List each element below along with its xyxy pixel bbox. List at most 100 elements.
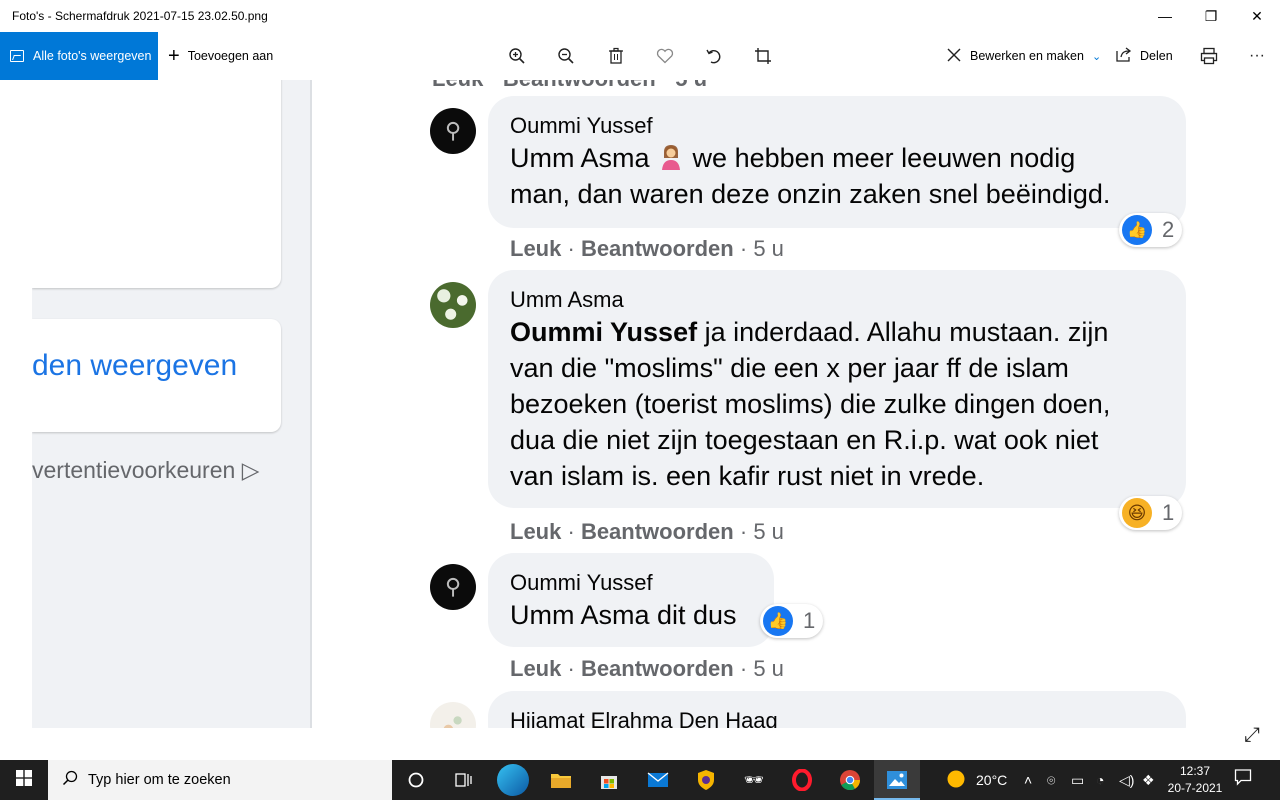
separator: · bbox=[739, 656, 748, 681]
store-icon[interactable] bbox=[593, 764, 625, 796]
dropbox-icon[interactable]: ❖ bbox=[1142, 760, 1155, 800]
taskbar: Typ hier om te zoeken 🕶 20°C ˄ ⌾ ▭ ◔ ◁) bbox=[0, 760, 1280, 800]
ad-preferences-link[interactable]: vertentievoorkeuren ▷ bbox=[32, 457, 259, 484]
comment-bubble: Hijamat Elrahma Den Haag bbox=[488, 691, 1186, 728]
restore-button[interactable]: ❐ bbox=[1188, 0, 1234, 32]
close-button[interactable]: ✕ bbox=[1234, 0, 1280, 32]
weather-widget[interactable]: 20°C bbox=[946, 760, 1007, 800]
sun-icon bbox=[946, 769, 966, 792]
view-more-link[interactable]: den weergeven bbox=[32, 349, 237, 383]
plus-icon: + bbox=[168, 44, 180, 67]
left-card bbox=[32, 80, 281, 288]
like-action[interactable]: Leuk bbox=[510, 656, 561, 681]
left-link-card: den weergeven bbox=[32, 319, 281, 432]
separator: · bbox=[567, 519, 575, 544]
reaction-count[interactable]: 😆 1 bbox=[1119, 496, 1183, 530]
reaction-number: 2 bbox=[1162, 217, 1175, 242]
opera-browser-icon[interactable] bbox=[786, 764, 818, 796]
photos-app-taskbar-button[interactable] bbox=[874, 760, 920, 800]
comment-bubble: Oummi Yussef Umm Asma dit dus bbox=[488, 553, 774, 647]
comment-author[interactable]: Oummi Yussef bbox=[510, 112, 1164, 140]
reply-action[interactable]: Beantwoorden bbox=[581, 236, 734, 261]
photos-icon bbox=[10, 50, 24, 62]
user-avatar-icon: ⚲ bbox=[444, 574, 462, 599]
reaction-count[interactable]: 👍 2 bbox=[1119, 213, 1183, 247]
spy-app-icon[interactable]: 🕶 bbox=[738, 764, 770, 796]
comment-time[interactable]: 5 u bbox=[753, 519, 784, 544]
trash-icon[interactable] bbox=[604, 44, 628, 68]
comment-actions: Leuk · Beantwoorden · 5 u bbox=[510, 236, 784, 262]
add-to-label: Toevoegen aan bbox=[187, 49, 274, 63]
window-title: Foto's - Schermafdruk 2021-07-15 23.02.5… bbox=[12, 9, 268, 23]
comment-line: dua die niet zijn toegestaan en R.i.p. w… bbox=[510, 425, 1099, 455]
chrome-browser-icon[interactable] bbox=[834, 764, 866, 796]
like-reaction-icon: 👍 bbox=[1122, 215, 1152, 245]
reaction-count[interactable]: 👍 1 bbox=[760, 604, 824, 638]
like-action[interactable]: Leuk bbox=[510, 519, 561, 544]
comment-author[interactable]: Oummi Yussef bbox=[510, 569, 752, 597]
reply-action[interactable]: Beantwoorden bbox=[581, 656, 734, 681]
share-button[interactable]: Delen bbox=[1116, 32, 1173, 80]
print-icon[interactable] bbox=[1197, 44, 1221, 68]
panel-divider bbox=[310, 80, 312, 728]
wifi-icon[interactable]: ◔ bbox=[1096, 760, 1104, 800]
rotate-icon[interactable] bbox=[702, 44, 726, 68]
comment-actions: Leuk · Beantwoorden · 5 u bbox=[510, 519, 784, 545]
system-clock[interactable]: 12:37 20-7-2021 bbox=[1166, 763, 1224, 797]
separator: · bbox=[567, 656, 575, 681]
crop-icon[interactable] bbox=[751, 44, 775, 68]
reply-action[interactable]: Beantwoorden bbox=[581, 519, 734, 544]
battery-icon[interactable]: ▭ bbox=[1071, 760, 1084, 800]
notification-center-icon[interactable] bbox=[1234, 768, 1252, 791]
comment-text: Oummi Yussef ja inderdaad. Allahu mustaa… bbox=[510, 314, 1164, 350]
edit-create-button[interactable]: Bewerken en maken ⌄ bbox=[946, 32, 1101, 80]
clock-date: 20-7-2021 bbox=[1167, 781, 1223, 795]
comment-line: van islam is. een kafir rust niet in vre… bbox=[510, 461, 985, 491]
zoom-out-icon[interactable] bbox=[554, 44, 578, 68]
photos-toolbar: Alle foto's weergeven + Toevoegen aan Be… bbox=[0, 32, 1280, 80]
cropped-actions-row: Leuk · Beantwoorden · 5 u bbox=[432, 80, 707, 92]
edge-browser-icon[interactable] bbox=[497, 764, 529, 796]
taskbar-search[interactable]: Typ hier om te zoeken bbox=[48, 760, 392, 800]
like-reaction-icon: 👍 bbox=[763, 606, 793, 636]
comment-actions: Leuk · Beantwoorden · 5 u bbox=[510, 656, 784, 682]
file-explorer-icon[interactable] bbox=[545, 764, 577, 796]
all-photos-button[interactable]: Alle foto's weergeven bbox=[0, 32, 158, 80]
edit-create-label: Bewerken en maken bbox=[970, 49, 1084, 63]
task-view-icon[interactable] bbox=[448, 764, 480, 796]
comment-author[interactable]: Hijamat Elrahma Den Haag bbox=[510, 707, 1164, 728]
chevron-up-icon[interactable]: ˄ bbox=[1024, 760, 1032, 800]
volume-icon[interactable]: ◁) bbox=[1119, 760, 1134, 800]
more-options-icon[interactable]: ··· bbox=[1245, 44, 1269, 68]
avatar: ⚲ bbox=[430, 564, 476, 610]
ad-choices-icon: ▷ bbox=[241, 457, 260, 483]
comment-time[interactable]: 5 u bbox=[753, 236, 784, 261]
fullscreen-icon[interactable]: ⤢ bbox=[1244, 724, 1260, 747]
photo-viewer: den weergeven vertentievoorkeuren ▷ Leuk… bbox=[32, 80, 1280, 728]
chevron-down-icon: ⌄ bbox=[1091, 50, 1102, 63]
zoom-in-icon[interactable] bbox=[505, 44, 529, 68]
comment-author[interactable]: Umm Asma bbox=[510, 286, 1164, 314]
minimize-button[interactable]: — bbox=[1142, 0, 1188, 32]
cortana-icon[interactable] bbox=[400, 764, 432, 796]
fb-left-panel: den weergeven vertentievoorkeuren ▷ bbox=[32, 80, 312, 728]
ad-preferences-label: vertentievoorkeuren bbox=[32, 457, 236, 483]
comment-line: ja inderdaad. Allahu mustaan. zijn bbox=[704, 317, 1109, 347]
webcam-icon[interactable]: ⌾ bbox=[1047, 760, 1055, 800]
reaction-number: 1 bbox=[803, 608, 816, 633]
comment-line: man, dan waren deze onzin zaken snel beë… bbox=[510, 179, 1111, 209]
mention-link[interactable]: Oummi Yussef bbox=[510, 317, 697, 347]
comment-line: bezoeken (toerist moslims) die zulke din… bbox=[510, 389, 1111, 419]
separator: · bbox=[739, 519, 748, 544]
avatar bbox=[430, 282, 476, 328]
weather-temperature: 20°C bbox=[976, 772, 1008, 788]
vpn-shield-icon[interactable] bbox=[690, 764, 722, 796]
add-to-button[interactable]: + Toevoegen aan bbox=[168, 32, 273, 80]
clock-time: 12:37 bbox=[1179, 764, 1211, 778]
start-button[interactable] bbox=[0, 760, 48, 800]
comment-time[interactable]: 5 u bbox=[753, 656, 784, 681]
mail-icon[interactable] bbox=[642, 764, 674, 796]
woman-gesturing-emoji-icon bbox=[657, 143, 685, 171]
heart-icon[interactable] bbox=[653, 44, 677, 68]
like-action[interactable]: Leuk bbox=[510, 236, 561, 261]
